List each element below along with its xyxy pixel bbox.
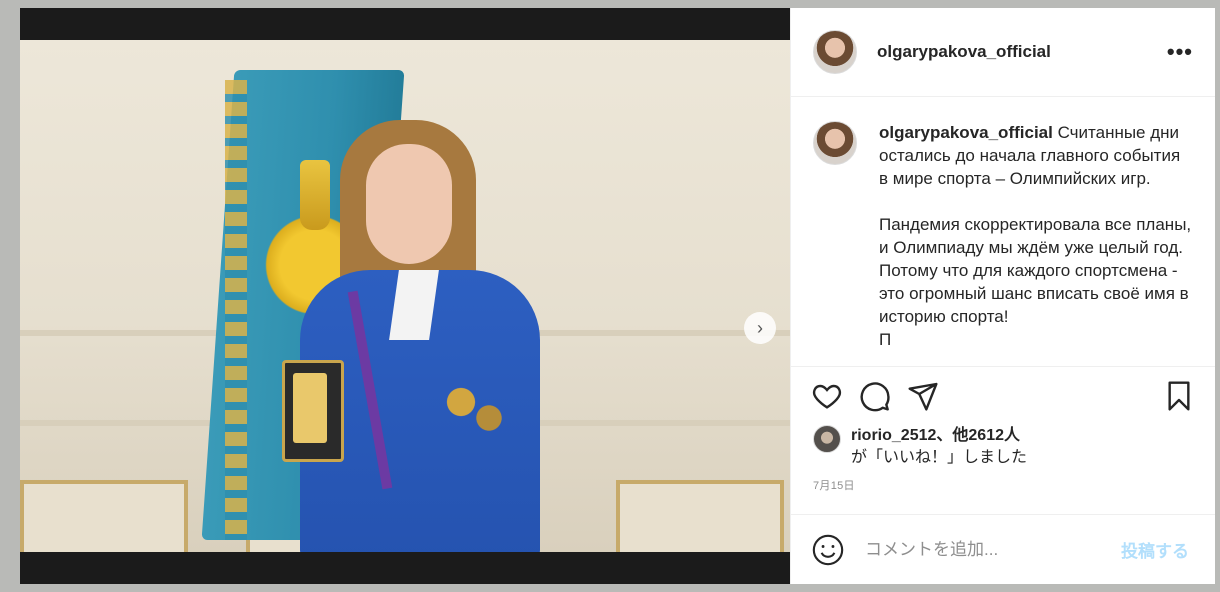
caption-area: olgarypakova_official Считанные дни оста…: [791, 97, 1215, 367]
heart-icon[interactable]: [811, 380, 843, 412]
post-username[interactable]: olgarypakova_official: [877, 42, 1051, 62]
wall-panel: [20, 480, 188, 552]
post-media: ›: [20, 8, 790, 584]
chevron-right-icon: ›: [757, 317, 763, 338]
next-image-button[interactable]: ›: [744, 312, 776, 344]
caption-avatar[interactable]: [813, 121, 857, 165]
post-header: olgarypakova_official •••: [791, 8, 1215, 97]
athlete: [270, 120, 570, 552]
post-caption: olgarypakova_official Считанные дни оста…: [879, 121, 1193, 366]
emoji-smile-icon[interactable]: [811, 533, 845, 567]
comment-bar: 投稿する: [791, 514, 1215, 584]
likes-count[interactable]: 、他2612人: [936, 427, 1020, 444]
bookmark-icon[interactable]: [1163, 380, 1195, 412]
flag-ornament: [225, 80, 247, 540]
post-sidebar: olgarypakova_official ••• olgarypakova_o…: [790, 8, 1215, 584]
uniform-medals: [440, 370, 510, 450]
likes-text: riorio_2512、他2612人 が「いいね！」しました: [851, 425, 1027, 469]
liker-username[interactable]: riorio_2512: [851, 427, 936, 444]
caption-text: Считанные дни остались до начала главног…: [879, 123, 1192, 349]
award-frame: [282, 360, 344, 462]
comment-input[interactable]: [863, 538, 1115, 561]
post-comment-button[interactable]: 投稿する: [1115, 536, 1195, 563]
post-date[interactable]: 7月15日: [791, 469, 1215, 501]
likes-summary: riorio_2512、他2612人 が「いいね！」しました: [791, 425, 1215, 469]
wall-panel: [616, 480, 784, 552]
more-options-icon[interactable]: •••: [1167, 39, 1193, 65]
paper-plane-icon[interactable]: [907, 380, 939, 412]
action-bar: [791, 367, 1215, 425]
athlete-face: [366, 144, 452, 264]
avatar[interactable]: [813, 30, 857, 74]
post-photo[interactable]: ›: [20, 40, 790, 552]
likes-suffix: が「いいね！」しました: [851, 449, 1028, 466]
caption-username[interactable]: olgarypakova_official: [879, 123, 1053, 142]
liker-avatar[interactable]: [813, 425, 841, 453]
comment-bubble-icon[interactable]: [859, 380, 891, 412]
